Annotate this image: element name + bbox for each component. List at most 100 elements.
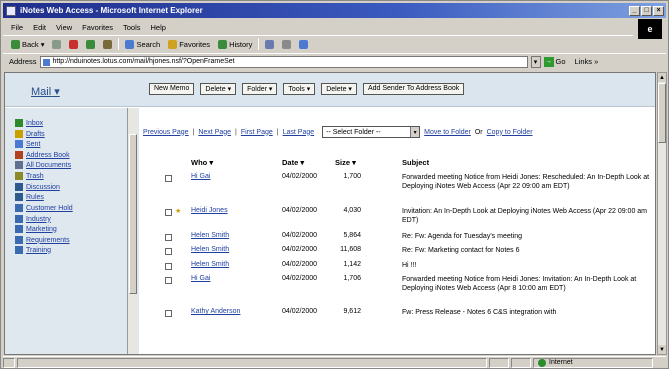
mail-icon — [265, 39, 275, 49]
sidebar-scrollbar[interactable] — [127, 108, 137, 354]
message-sender[interactable]: Hi Gai — [191, 173, 210, 180]
refresh-icon — [86, 39, 96, 49]
back-button[interactable]: Back ▾ — [9, 39, 46, 49]
message-sender[interactable]: Helen Smith — [191, 261, 229, 268]
edit-button[interactable] — [297, 39, 310, 49]
search-label: Search — [136, 39, 161, 49]
message-subject: Re: Fw: Marketing contact for Notes 6 — [402, 247, 520, 254]
add-sender-button[interactable]: Add Sender To Address Book — [362, 83, 465, 95]
sidebar-scroll-thumb[interactable] — [129, 134, 137, 294]
favorites-icon — [168, 39, 178, 49]
message-sender[interactable]: Hi Gai — [191, 275, 210, 282]
message-size: 11,608 — [340, 246, 361, 253]
drafts-icon — [15, 130, 23, 138]
go-button[interactable]: → Go — [543, 56, 566, 67]
menu-file[interactable]: File — [11, 23, 23, 32]
message-sender[interactable]: Helen Smith — [191, 232, 229, 239]
sidebar-item-inbox[interactable]: Inbox — [15, 119, 43, 127]
mail-view-title[interactable]: Mail ▾ — [31, 85, 60, 98]
sidebar-item-sent[interactable]: Sent — [15, 140, 40, 148]
message-subject: Fw: Press Release - Notes 6 C&S integrat… — [402, 309, 557, 316]
select-checkbox[interactable] — [165, 263, 172, 270]
page-status-icon — [3, 357, 15, 368]
previous-page-link[interactable]: Previous Page — [143, 129, 189, 136]
message-sender[interactable]: Kathy Anderson — [191, 308, 240, 315]
sidebar-item-rules[interactable]: Rules — [15, 193, 44, 201]
search-button[interactable]: Search — [123, 39, 162, 49]
links-button[interactable]: Links » — [575, 57, 599, 66]
security-zone: Internet — [533, 357, 653, 368]
address-input[interactable]: http://nduinotes.lotus.com/mail/hjones.n… — [39, 55, 528, 68]
minimize-button[interactable]: _ — [629, 5, 640, 16]
select-checkbox[interactable] — [165, 209, 172, 216]
forward-button[interactable] — [50, 39, 63, 49]
move-to-folder-link[interactable]: Move to Folder — [424, 129, 471, 136]
toolbar-separator — [118, 38, 120, 50]
maximize-button[interactable]: □ — [641, 5, 652, 16]
message-date: 04/02/2000 — [282, 232, 318, 239]
select-checkbox[interactable] — [165, 310, 172, 317]
history-button[interactable]: History — [216, 39, 254, 49]
refresh-button[interactable] — [84, 39, 97, 49]
mail-button[interactable] — [263, 39, 276, 49]
sidebar-item-requirements[interactable]: Requirements — [15, 236, 70, 244]
page-scrollbar[interactable]: ▲ ▼ — [657, 72, 667, 355]
delete-menu-button[interactable]: Delete ▾ — [200, 83, 237, 95]
print-button[interactable] — [280, 39, 293, 49]
sidebar-item-customer-hold[interactable]: Customer Hold — [15, 204, 73, 212]
date-column-header[interactable]: Date ▾ — [282, 158, 304, 167]
sidebar-item-trash[interactable]: Trash — [15, 172, 44, 180]
menu-favorites[interactable]: Favorites — [82, 23, 113, 32]
message-sender[interactable]: Heidi Jones — [191, 207, 228, 214]
select-checkbox[interactable] — [165, 175, 172, 182]
menu-view[interactable]: View — [56, 23, 72, 32]
message-sender[interactable]: Helen Smith — [191, 246, 229, 253]
favorites-button[interactable]: Favorites — [166, 39, 212, 49]
discussion-icon — [15, 183, 23, 191]
scroll-down-icon[interactable]: ▼ — [658, 345, 666, 354]
menu-tools[interactable]: Tools — [123, 23, 141, 32]
scroll-up-icon[interactable]: ▲ — [658, 73, 666, 82]
sidebar-item-label: Customer Hold — [26, 204, 73, 212]
address-dropdown[interactable]: ▾ — [530, 55, 541, 68]
size-column-header[interactable]: Size ▾ — [335, 158, 356, 167]
close-button[interactable]: × — [653, 5, 664, 16]
copy-to-folder-link[interactable]: Copy to Folder — [487, 129, 533, 136]
search-icon — [125, 39, 135, 49]
sidebar-item-label: Rules — [26, 193, 44, 201]
page-scroll-thumb[interactable] — [658, 83, 666, 143]
select-checkbox[interactable] — [165, 277, 172, 284]
date-header-label: Date — [282, 158, 299, 167]
stop-button[interactable] — [67, 39, 80, 49]
sidebar-item-all-documents[interactable]: All Documents — [15, 161, 71, 169]
sidebar-item-marketing[interactable]: Marketing — [15, 225, 57, 233]
select-checkbox[interactable] — [165, 234, 172, 241]
sidebar-item-address-book[interactable]: Address Book — [15, 151, 70, 159]
flag-icon: ★ — [175, 208, 182, 215]
sidebar-item-training[interactable]: Training — [15, 246, 51, 254]
stop-icon — [69, 39, 79, 49]
menu-help[interactable]: Help — [151, 23, 166, 32]
last-page-link[interactable]: Last Page — [283, 129, 315, 136]
subject-column-header[interactable]: Subject — [402, 158, 429, 167]
sidebar-item-label: Marketing — [26, 225, 57, 233]
menu-bar: File Edit View Favorites Tools Help — [3, 20, 643, 34]
sidebar-item-drafts[interactable]: Drafts — [15, 130, 45, 138]
history-icon — [218, 39, 228, 49]
folder-icon — [15, 236, 23, 244]
tools-menu-button[interactable]: Tools ▾ — [283, 83, 316, 95]
size-header-label: Size — [335, 158, 351, 167]
new-memo-button[interactable]: New Memo — [149, 83, 195, 95]
next-page-link[interactable]: Next Page — [198, 129, 231, 136]
home-button[interactable] — [101, 39, 114, 49]
folder-select[interactable]: -- Select Folder -- ▾ — [322, 126, 421, 138]
first-page-link[interactable]: First Page — [241, 129, 273, 136]
who-column-header[interactable]: Who ▾ — [191, 158, 213, 167]
favorites-label: Favorites — [179, 39, 211, 49]
select-checkbox[interactable] — [165, 248, 172, 255]
folder-menu-button[interactable]: Folder ▾ — [242, 83, 278, 95]
menu-edit[interactable]: Edit — [33, 23, 46, 32]
sidebar-item-industry[interactable]: Industry — [15, 215, 51, 223]
sidebar-item-discussion[interactable]: Discussion — [15, 183, 60, 191]
delete-button[interactable]: Delete ▾ — [321, 83, 357, 95]
